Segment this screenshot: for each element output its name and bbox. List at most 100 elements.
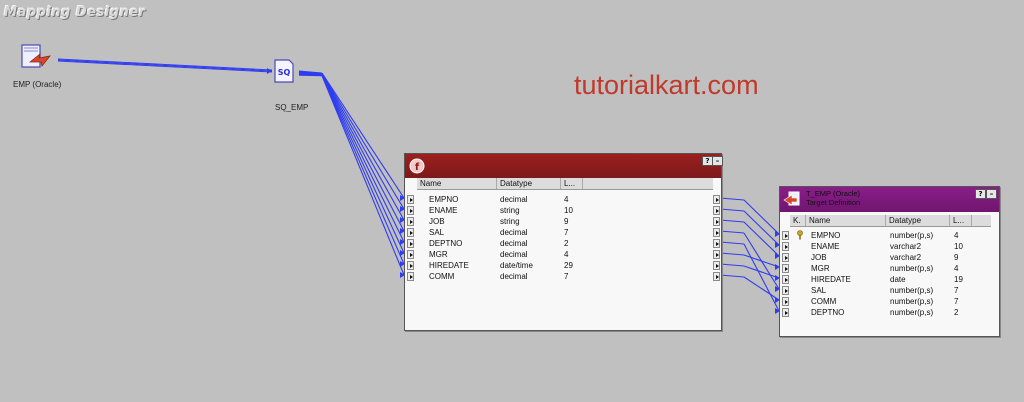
column-datatype: number(p,s) <box>890 264 934 273</box>
target-grid[interactable]: K. Name Datatype L... EMPNO number(p,s) 4 E… <box>780 212 999 336</box>
source-qualifier-icon[interactable]: SQ <box>273 58 295 84</box>
port-datatype: date/time <box>500 261 533 270</box>
input-port[interactable] <box>782 275 789 284</box>
expression-icon: f <box>408 157 426 180</box>
column-header-length[interactable]: L... <box>950 215 972 226</box>
target-window[interactable]: T_EMP (Oracle) Target Definition ? – K. … <box>779 186 1000 337</box>
target-column-row[interactable]: ENAME varchar2 10 <box>780 241 999 252</box>
column-datatype: varchar2 <box>890 253 922 262</box>
port-row[interactable]: JOB string 9 <box>405 216 721 227</box>
column-header-key[interactable]: K. <box>790 215 806 226</box>
target-column-row[interactable]: EMPNO number(p,s) 4 <box>780 230 999 241</box>
link-line <box>719 263 745 267</box>
output-port[interactable] <box>713 261 720 270</box>
column-datatype: number(p,s) <box>890 231 934 240</box>
port-row[interactable]: DEPTNO decimal 2 <box>405 238 721 249</box>
output-port[interactable] <box>713 250 720 259</box>
output-port[interactable] <box>713 217 720 226</box>
target-column-row[interactable]: COMM number(p,s) 7 <box>780 296 999 307</box>
input-port[interactable] <box>782 242 789 251</box>
expression-window[interactable]: f ? – Name Datatype L... EMPNO decimal 4 EN… <box>404 153 723 331</box>
input-port[interactable] <box>407 250 414 259</box>
column-length: 9 <box>954 253 959 262</box>
target-definition-icon <box>783 191 801 213</box>
port-length: 4 <box>564 250 569 259</box>
target-column-row[interactable]: MGR number(p,s) 4 <box>780 263 999 274</box>
port-length: 10 <box>564 206 573 215</box>
link-line <box>743 221 780 257</box>
port-datatype: decimal <box>500 250 528 259</box>
output-port[interactable] <box>713 239 720 248</box>
target-column-row[interactable]: SAL number(p,s) 7 <box>780 285 999 296</box>
target-title: T_EMP (Oracle) <box>806 189 861 198</box>
column-length: 19 <box>954 275 963 284</box>
input-port[interactable] <box>782 286 789 295</box>
column-length: 10 <box>954 242 963 251</box>
watermark-text: tutorialkart.com <box>574 70 759 100</box>
input-port[interactable] <box>407 272 414 281</box>
port-length: 9 <box>564 217 569 226</box>
minimize-button[interactable]: – <box>986 189 997 199</box>
input-port[interactable] <box>782 231 789 240</box>
column-name: HIREDATE <box>811 275 851 284</box>
link-line <box>719 241 745 245</box>
column-header-name[interactable]: Name <box>806 215 886 226</box>
link-line <box>321 73 405 232</box>
link-line <box>321 75 405 265</box>
column-name: SAL <box>811 286 827 295</box>
column-length: 7 <box>954 297 959 306</box>
link-arrowhead <box>267 68 272 74</box>
input-port[interactable] <box>407 261 414 270</box>
output-port[interactable] <box>713 228 720 237</box>
column-header-datatype[interactable]: Datatype <box>497 178 561 189</box>
input-port[interactable] <box>407 206 414 215</box>
port-row[interactable]: COMM decimal 7 <box>405 271 721 282</box>
column-header-datatype[interactable]: Datatype <box>886 215 950 226</box>
expression-grid[interactable]: Name Datatype L... EMPNO decimal 4 ENAME str… <box>405 178 721 330</box>
source-definition-icon[interactable] <box>20 42 54 72</box>
port-row[interactable]: MGR decimal 4 <box>405 249 721 260</box>
link-line <box>321 74 405 243</box>
target-grid-header: K. Name Datatype L... <box>790 215 991 227</box>
port-row[interactable]: HIREDATE date/time 29 <box>405 260 721 271</box>
port-name: COMM <box>429 272 455 281</box>
link-line <box>719 219 745 223</box>
port-length: 4 <box>564 195 569 204</box>
port-datatype: string <box>500 217 520 226</box>
input-port[interactable] <box>782 264 789 273</box>
target-column-row[interactable]: JOB varchar2 9 <box>780 252 999 263</box>
target-subtitle: Target Definition <box>806 198 861 207</box>
column-header-name[interactable]: Name <box>417 178 497 189</box>
column-datatype: number(p,s) <box>890 297 934 306</box>
input-port[interactable] <box>782 253 789 262</box>
target-column-row[interactable]: HIREDATE date 19 <box>780 274 999 285</box>
link-line <box>743 254 780 268</box>
port-row[interactable]: EMPNO decimal 4 <box>405 194 721 205</box>
minimize-button[interactable]: – <box>712 156 723 166</box>
link-line <box>743 199 780 235</box>
column-datatype: number(p,s) <box>890 308 934 317</box>
expression-titlebar[interactable]: f ? – <box>405 154 723 180</box>
input-port[interactable] <box>407 228 414 237</box>
input-port[interactable] <box>407 217 414 226</box>
port-name: HIREDATE <box>429 261 469 270</box>
port-row[interactable]: SAL decimal 7 <box>405 227 721 238</box>
column-name: EMPNO <box>811 231 841 240</box>
port-row[interactable]: ENAME string 10 <box>405 205 721 216</box>
port-datatype: decimal <box>500 272 528 281</box>
input-port[interactable] <box>407 195 414 204</box>
input-port[interactable] <box>782 308 789 317</box>
input-port[interactable] <box>782 297 789 306</box>
port-datatype: decimal <box>500 239 528 248</box>
sq-icon-text: SQ <box>278 68 291 77</box>
target-column-row[interactable]: DEPTNO number(p,s) 2 <box>780 307 999 318</box>
output-port[interactable] <box>713 272 720 281</box>
link-line <box>719 197 745 201</box>
target-titlebar[interactable]: T_EMP (Oracle) Target Definition ? – <box>780 187 999 212</box>
output-port[interactable] <box>713 206 720 215</box>
input-port[interactable] <box>407 239 414 248</box>
column-header-length[interactable]: L... <box>561 178 583 189</box>
link-line <box>298 74 323 77</box>
output-port[interactable] <box>713 195 720 204</box>
help-button[interactable]: ? <box>975 189 986 199</box>
